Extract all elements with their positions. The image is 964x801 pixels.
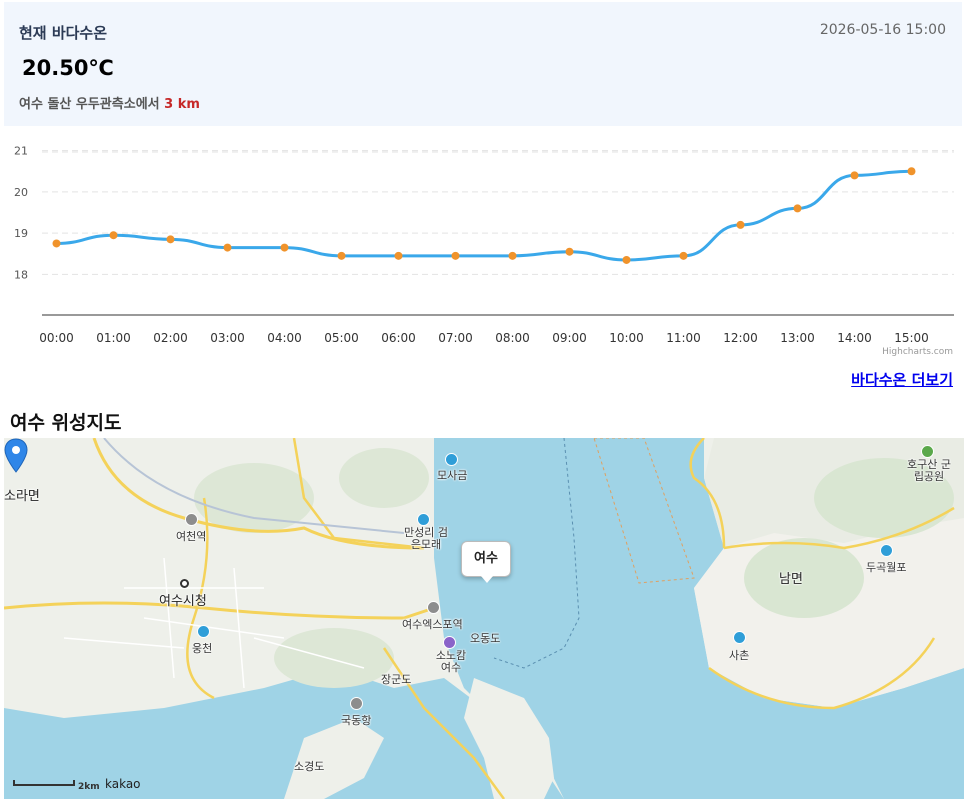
- map-background: [4, 438, 964, 799]
- train-station-icon[interactable]: [427, 601, 440, 614]
- temperature-value: 20.50℃: [22, 56, 114, 80]
- place-soramyeon[interactable]: 소라면: [4, 485, 40, 504]
- city-hall-icon[interactable]: [180, 579, 189, 588]
- x-tick-label: 05:00: [324, 331, 359, 345]
- place-gukdong-port[interactable]: 국동항: [341, 712, 371, 728]
- data-point: [508, 251, 517, 260]
- data-point: [793, 204, 802, 213]
- data-point: [736, 220, 745, 229]
- train-station-icon[interactable]: [185, 513, 198, 526]
- x-tick-label: 13:00: [780, 331, 815, 345]
- temperature-chart: 18 19 20 21 00:00 01:00 02:00 03:00 04:00 05:00 06…: [0, 140, 964, 365]
- place-hogusan-park[interactable]: 호구산 군립공원: [907, 459, 951, 483]
- park-icon[interactable]: [921, 445, 934, 458]
- data-point: [907, 167, 916, 176]
- place-ungcheon[interactable]: 웅천: [192, 640, 212, 656]
- data-point: [223, 243, 232, 252]
- x-tick-label: 01:00: [96, 331, 131, 345]
- beach-icon[interactable]: [417, 513, 430, 526]
- place-sogyeongdo[interactable]: 소경도: [294, 758, 324, 774]
- x-tick-label: 02:00: [153, 331, 188, 345]
- data-point: [337, 251, 346, 260]
- beach-icon[interactable]: [880, 544, 893, 557]
- data-point: [166, 235, 175, 244]
- place-dugok-wolpo[interactable]: 두곡월포: [866, 559, 906, 575]
- data-point: [565, 247, 574, 256]
- hotel-icon[interactable]: [443, 636, 456, 649]
- timestamp: 2026-05-16 15:00: [819, 22, 946, 38]
- x-tick-label: 07:00: [438, 331, 473, 345]
- data-point: [451, 251, 460, 260]
- chart-svg: 18 19 20 21 00:00 01:00 02:00 03:00 04:00 05:00 06…: [14, 145, 954, 345]
- x-tick-label: 11:00: [666, 331, 701, 345]
- place-yeosu-city-hall[interactable]: 여수시청: [159, 590, 207, 609]
- data-point: [850, 171, 859, 180]
- place-nammyeon[interactable]: 남면: [779, 568, 803, 587]
- card-title: 현재 바다수온: [19, 24, 108, 42]
- place-sonocalm[interactable]: 소노캄 여수: [434, 650, 468, 674]
- data-point: [394, 251, 403, 260]
- y-tick-label: 20: [14, 186, 28, 199]
- x-tick-label: 09:00: [552, 331, 587, 345]
- place-janggundo[interactable]: 장군도: [381, 671, 411, 687]
- x-tick-label: 08:00: [495, 331, 530, 345]
- data-point: [622, 255, 631, 264]
- x-tick-label: 03:00: [210, 331, 245, 345]
- more-sea-temp-link[interactable]: 바다수온 더보기: [851, 369, 953, 390]
- station-name: 여수 돌산 우두관측소에서: [19, 97, 160, 112]
- map-scale-label: 2km: [78, 782, 100, 792]
- map-popup[interactable]: 여수: [461, 541, 511, 583]
- x-tick-label: 04:00: [267, 331, 302, 345]
- current-temp-card: 현재 바다수온 2026-05-16 15:00 20.50℃ 여수 돌산 우두…: [4, 2, 962, 126]
- place-mosageum[interactable]: 모사금: [437, 467, 467, 483]
- place-odongdo[interactable]: 오동도: [470, 630, 500, 646]
- data-point: [679, 251, 688, 260]
- place-expo-station[interactable]: 여수엑스포역: [402, 616, 463, 632]
- beach-icon[interactable]: [445, 453, 458, 466]
- data-point: [280, 243, 289, 252]
- place-sachon[interactable]: 사촌: [729, 647, 749, 663]
- data-point: [109, 231, 118, 240]
- x-tick-label: 12:00: [723, 331, 758, 345]
- map-scale-bar: [13, 780, 75, 786]
- station-distance: 3 km: [164, 97, 200, 112]
- x-tick-label: 15:00: [894, 331, 929, 345]
- data-point: [52, 239, 61, 248]
- beach-icon[interactable]: [197, 625, 210, 638]
- x-tick-label: 00:00: [39, 331, 74, 345]
- port-icon[interactable]: [350, 697, 363, 710]
- page: 현재 바다수온 2026-05-16 15:00 20.50℃ 여수 돌산 우두…: [0, 0, 964, 801]
- station-location: 여수 돌산 우두관측소에서 3 km: [19, 93, 200, 112]
- x-tick-label: 06:00: [381, 331, 416, 345]
- series-line: [56, 169, 912, 262]
- place-yeocheon-station[interactable]: 여천역: [176, 528, 206, 544]
- beach-icon[interactable]: [733, 631, 746, 644]
- y-tick-label: 19: [14, 227, 28, 240]
- location-marker-icon[interactable]: [4, 438, 28, 474]
- satellite-map[interactable]: 소라면 여천역 여수시청 웅천 모사금 만성리 검은모래 여수엑스포역 소노캄 …: [4, 438, 964, 799]
- place-manseongri-beach[interactable]: 만성리 검은모래: [402, 527, 450, 551]
- chart-credits[interactable]: Highcharts.com: [882, 347, 953, 357]
- y-tick-label: 21: [14, 145, 28, 158]
- x-tick-label: 10:00: [609, 331, 644, 345]
- x-tick-label: 14:00: [837, 331, 872, 345]
- map-brand-logo[interactable]: kakao: [105, 777, 141, 791]
- map-section-title: 여수 위성지도: [10, 412, 122, 434]
- y-tick-label: 18: [14, 268, 28, 281]
